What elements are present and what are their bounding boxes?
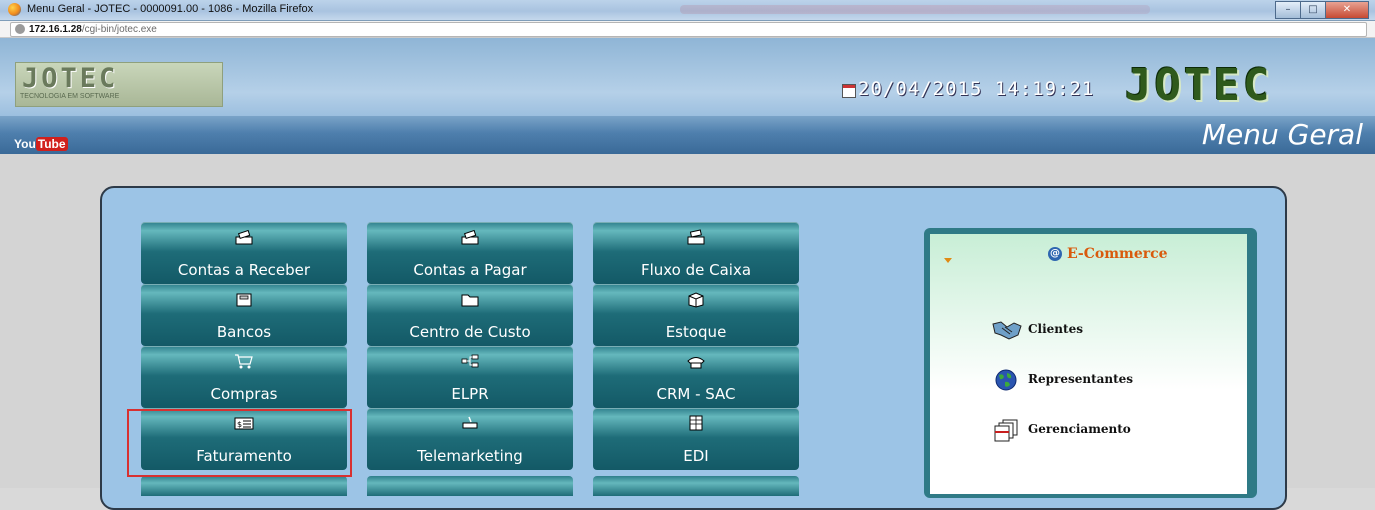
tile-contas-a-pagar[interactable]: Contas a Pagar xyxy=(367,222,573,284)
minimize-button[interactable]: – xyxy=(1275,1,1301,19)
tile-contas-a-receber[interactable]: Contas a Receber xyxy=(141,222,347,284)
telephone-icon xyxy=(687,357,705,369)
youtube-link[interactable]: You Tube xyxy=(14,133,68,151)
tile-elpr[interactable]: ELPR xyxy=(367,346,573,408)
tile-label: Contas a Receber xyxy=(177,261,311,279)
tile-edi[interactable]: EDI xyxy=(593,408,799,470)
calendar-icon xyxy=(842,84,856,98)
shopping-cart-icon xyxy=(235,354,253,369)
window-title: Menu Geral - JOTEC - 0000091.00 - 1086 -… xyxy=(27,3,314,15)
bank-machine-icon xyxy=(236,293,252,307)
tile-centro-de-custo[interactable]: Centro de Custo xyxy=(367,284,573,346)
item-label: Clientes xyxy=(1028,322,1083,336)
ecommerce-title: E-Commerce xyxy=(1067,246,1168,262)
tile-partial[interactable] xyxy=(593,476,799,496)
youtube-tube-text: Tube xyxy=(35,137,68,151)
tile-label: Contas a Pagar xyxy=(413,261,527,279)
cash-register-icon xyxy=(235,229,253,245)
handshake-icon xyxy=(992,321,1022,340)
tile-compras[interactable]: Compras xyxy=(141,346,347,408)
tile-label: Estoque xyxy=(665,323,727,341)
tile-crm-sac[interactable]: CRM - SAC xyxy=(593,346,799,408)
tile-label: ELPR xyxy=(451,385,489,403)
tile-label: Centro de Custo xyxy=(409,323,531,341)
ecommerce-inner: @ E-Commerce Clientes Representantes Ger… xyxy=(930,234,1247,494)
tile-label: Bancos xyxy=(216,323,272,341)
tile-label: Telemarketing xyxy=(417,447,523,465)
date-time: 20/04/2015 14:19:21 xyxy=(858,78,1095,100)
folder-icon xyxy=(461,294,479,307)
nav-bar: You Tube Menu Geral xyxy=(0,116,1375,154)
brand-logo: JOTEC xyxy=(1125,60,1273,111)
site-globe-icon xyxy=(15,24,25,34)
item-label: Gerenciamento xyxy=(1028,422,1131,436)
jotec-logo[interactable]: JOTEC TECNOLOGIA EM SOFTWARE xyxy=(15,62,223,107)
tile-label: CRM - SAC xyxy=(656,385,736,403)
page-title: Menu Geral xyxy=(1201,118,1363,151)
network-icon xyxy=(461,354,479,368)
address-bar: 172.16.1.28/cgi-bin/jotec.exe xyxy=(0,21,1375,38)
window-title-bar: Menu Geral - JOTEC - 0000091.00 - 1086 -… xyxy=(0,0,1375,21)
phone-desk-icon xyxy=(462,416,478,429)
tile-fluxo-de-caixa[interactable]: Fluxo de Caixa xyxy=(593,222,799,284)
globe-icon xyxy=(995,369,1017,391)
tile-bancos[interactable]: Bancos xyxy=(141,284,347,346)
item-label: Representantes xyxy=(1028,372,1134,386)
cash-register-icon xyxy=(687,229,705,245)
blurred-taskbar-text xyxy=(680,5,1150,14)
logo-subtitle: TECNOLOGIA EM SOFTWARE xyxy=(20,93,120,100)
logo-text: JOTEC xyxy=(22,63,119,94)
ecommerce-panel: @ E-Commerce Clientes Representantes Ger… xyxy=(924,228,1257,498)
documents-icon xyxy=(994,419,1018,442)
cash-register-icon xyxy=(461,229,479,245)
youtube-you-text: You xyxy=(14,137,36,151)
at-sign-icon: @ xyxy=(1048,247,1062,261)
tile-label: EDI xyxy=(683,447,709,465)
selection-highlight xyxy=(127,409,352,477)
collapse-arrow-icon[interactable] xyxy=(944,258,952,263)
tile-partial[interactable] xyxy=(141,476,347,496)
tile-estoque[interactable]: Estoque xyxy=(593,284,799,346)
box-icon xyxy=(688,292,704,308)
firefox-icon xyxy=(8,3,21,16)
close-button[interactable]: ✕ xyxy=(1325,1,1369,19)
document-grid-icon xyxy=(689,415,703,431)
tile-label: Fluxo de Caixa xyxy=(640,261,752,279)
tile-telemarketing[interactable]: Telemarketing xyxy=(367,408,573,470)
maximize-button[interactable]: □ xyxy=(1300,1,1326,19)
url-text: 172.16.1.28/cgi-bin/jotec.exe xyxy=(29,24,157,35)
tile-label: Compras xyxy=(210,385,278,403)
url-field[interactable]: 172.16.1.28/cgi-bin/jotec.exe xyxy=(10,22,1367,37)
window-controls: – □ ✕ xyxy=(1275,1,1369,19)
app-header: JOTEC TECNOLOGIA EM SOFTWARE 20/04/2015 … xyxy=(0,38,1375,116)
tile-partial[interactable] xyxy=(367,476,573,496)
